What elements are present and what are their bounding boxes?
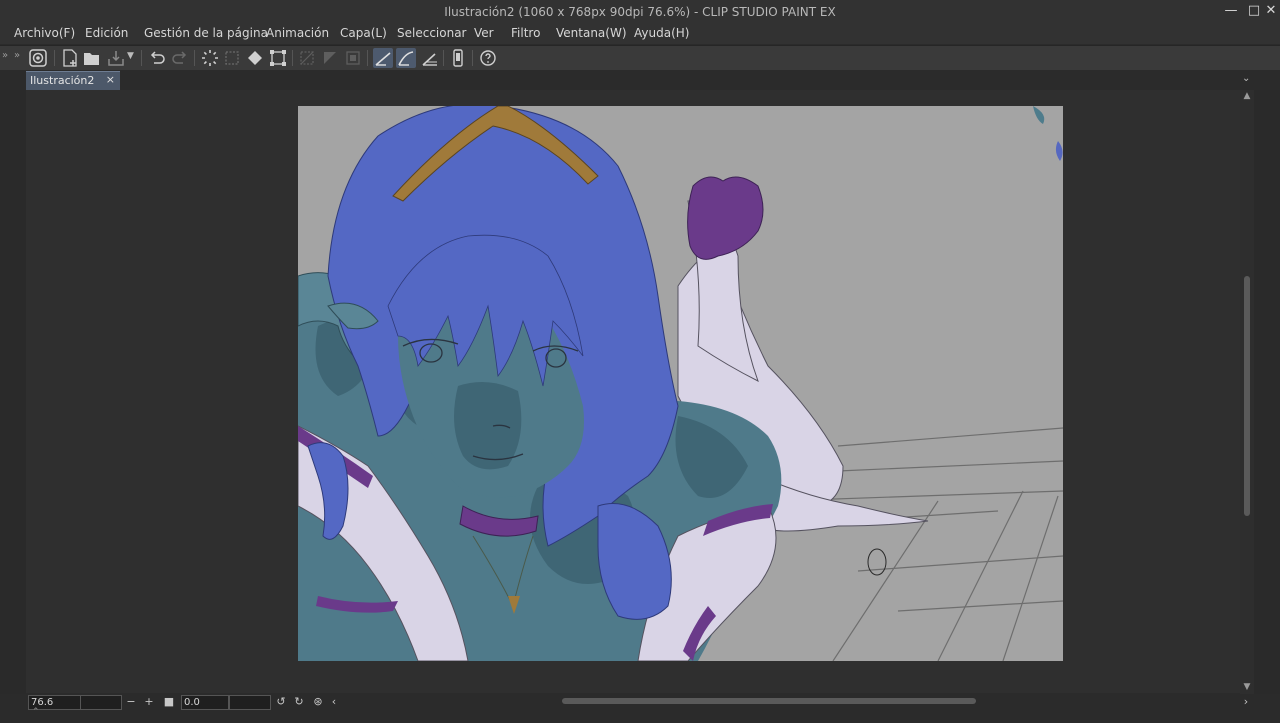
zoom-in-button[interactable]: + <box>142 694 156 709</box>
command-bar: » » ▼ <box>0 45 1280 71</box>
show-selection-icon[interactable] <box>343 48 363 68</box>
deselect-icon[interactable] <box>297 48 317 68</box>
drawing-canvas[interactable] <box>298 106 1063 661</box>
scroll-up-icon[interactable]: ▲ <box>1240 91 1254 101</box>
invert-selection-icon[interactable] <box>320 48 340 68</box>
transform-icon[interactable] <box>268 48 288 68</box>
menu-seleccionar[interactable]: Seleccionar <box>397 26 466 40</box>
open-file-icon[interactable] <box>82 48 102 68</box>
clear-icon[interactable] <box>222 48 242 68</box>
menu-capa[interactable]: Capa(L) <box>340 26 387 40</box>
right-panel-strip <box>1254 90 1280 723</box>
menu-ventana[interactable]: Ventana(W) <box>556 26 627 40</box>
snap-special-ruler-icon[interactable] <box>396 48 416 68</box>
help-icon[interactable] <box>478 48 498 68</box>
scroll-right-icon[interactable]: › <box>1239 694 1253 709</box>
close-icon[interactable]: ✕ <box>1262 2 1280 20</box>
snap-ruler-icon[interactable] <box>373 48 393 68</box>
new-file-icon[interactable] <box>60 48 80 68</box>
reset-rotation-icon[interactable]: ⊛ <box>311 694 325 709</box>
horizontal-scroll-thumb[interactable] <box>562 698 976 704</box>
menu-filtro[interactable]: Filtro <box>511 26 540 40</box>
loading-spinner-icon[interactable] <box>200 48 220 68</box>
menu-archivo[interactable]: Archivo(F) <box>14 26 75 40</box>
fill-icon[interactable] <box>245 48 265 68</box>
document-tab-bar: Ilustración2 × ⌄ <box>0 70 1280 90</box>
menu-edicion[interactable]: Edición <box>85 26 128 40</box>
smartphone-icon[interactable] <box>448 48 468 68</box>
snap-grid-icon[interactable] <box>420 48 440 68</box>
illustration <box>298 106 1063 661</box>
window-title: Ilustración2 (1060 x 768px 90dpi 76.6%) … <box>444 5 836 19</box>
close-tab-icon[interactable]: × <box>106 73 115 86</box>
menu-gestion-pagina[interactable]: Gestión de la página <box>144 26 268 40</box>
fit-stop-icon[interactable]: ■ <box>162 694 176 709</box>
tab-list-chevron-icon[interactable]: ⌄ <box>1242 73 1250 84</box>
zoom-slider[interactable] <box>80 695 122 710</box>
maximize-icon[interactable]: □ <box>1245 2 1263 20</box>
tab-label: Ilustración2 <box>30 74 95 87</box>
scroll-down-icon[interactable]: ▼ <box>1240 682 1254 692</box>
menu-bar: Archivo(F) Edición Gestión de la página … <box>0 24 1280 44</box>
vertical-scrollbar[interactable]: ▲ ▼ <box>1240 90 1254 694</box>
vertical-scroll-thumb[interactable] <box>1244 276 1250 516</box>
chevron-down-icon[interactable]: ▼ <box>127 51 134 61</box>
minimize-icon[interactable]: — <box>1222 2 1240 20</box>
zoom-out-button[interactable]: − <box>124 694 138 709</box>
save-icon[interactable] <box>106 48 126 68</box>
navigator-bar: 76.6 − + ■ 0.0 ↺ ↻ ⊛ ‹ › ⌃ <box>0 694 1280 723</box>
left-panel-strip <box>0 90 26 700</box>
expand-toolbar-icon[interactable]: » <box>2 50 8 61</box>
collapse-toolbar-icon[interactable]: » <box>14 50 20 61</box>
rotation-slider[interactable] <box>229 695 271 710</box>
rotate-right-icon[interactable]: ↻ <box>292 694 306 709</box>
horizontal-scrollbar[interactable] <box>342 696 1240 706</box>
clip-studio-icon[interactable] <box>28 48 48 68</box>
redo-icon[interactable] <box>170 48 190 68</box>
title-bar: Ilustración2 (1060 x 768px 90dpi 76.6%) … <box>0 0 1280 24</box>
tab-ilustracion2[interactable]: Ilustración2 × <box>26 71 120 90</box>
expand-panel-icon[interactable]: ⌃ <box>32 707 40 717</box>
scroll-left-icon[interactable]: ‹ <box>327 694 341 709</box>
menu-ayuda[interactable]: Ayuda(H) <box>634 26 689 40</box>
menu-animacion[interactable]: Animación <box>266 26 329 40</box>
rotate-left-icon[interactable]: ↺ <box>274 694 288 709</box>
undo-icon[interactable] <box>147 48 167 68</box>
rotation-input[interactable]: 0.0 <box>181 695 229 710</box>
menu-ver[interactable]: Ver <box>474 26 494 40</box>
